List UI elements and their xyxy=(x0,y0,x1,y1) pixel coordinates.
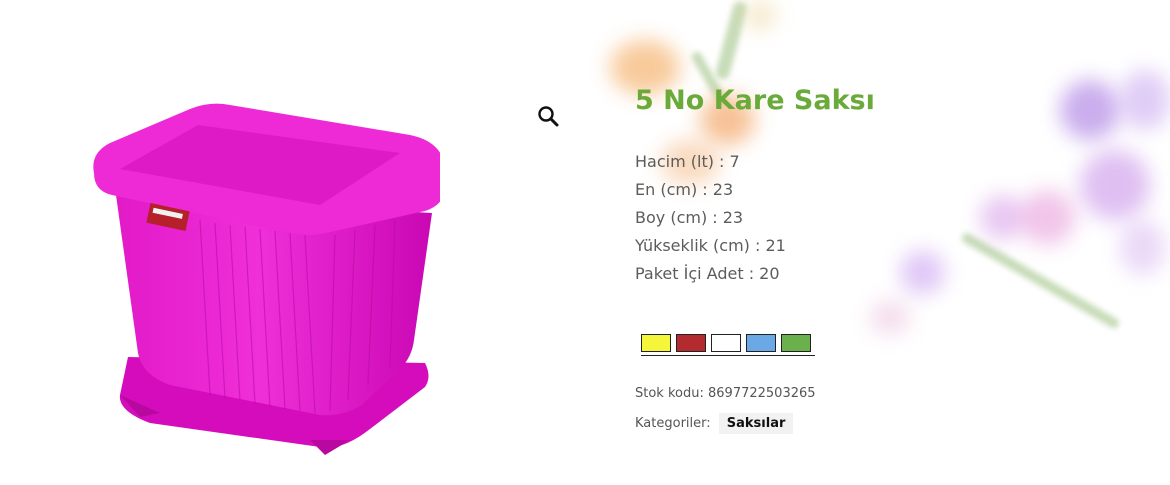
swatch-white xyxy=(711,334,741,352)
stock-code-row: Stok kodu: 8697722503265 xyxy=(635,386,1135,401)
swatch-yellow xyxy=(641,334,671,352)
zoom-button[interactable] xyxy=(536,104,560,128)
product-image[interactable] xyxy=(80,95,440,465)
swatch-divider xyxy=(641,355,815,356)
product-title: 5 No Kare Saksı xyxy=(635,85,875,116)
swatch-red xyxy=(676,334,706,352)
stock-code-value: 8697722503265 xyxy=(708,386,816,401)
spec-length: Boy (cm) : 23 xyxy=(635,208,744,227)
spec-width: En (cm) : 23 xyxy=(635,180,734,199)
swatch-green xyxy=(781,334,811,352)
product-summary: 5 No Kare Saksı Hacim (lt) : 7 En (cm) :… xyxy=(635,80,1135,446)
product-specs: Hacim (lt) : 7 En (cm) : 23 Boy (cm) : 2… xyxy=(635,148,1135,288)
swatch-blue xyxy=(746,334,776,352)
spec-height: Yükseklik (cm) : 21 xyxy=(635,236,786,255)
color-swatches xyxy=(635,326,821,360)
product-meta: Stok kodu: 8697722503265 Kategoriler: Sa… xyxy=(635,386,1135,434)
categories-row: Kategoriler: Saksılar xyxy=(635,413,1135,434)
product-gallery xyxy=(0,0,590,485)
stock-code-label: Stok kodu: xyxy=(635,386,704,401)
spec-volume: Hacim (lt) : 7 xyxy=(635,152,740,171)
spec-package-qty: Paket İçi Adet : 20 xyxy=(635,264,780,283)
category-link[interactable]: Saksılar xyxy=(718,413,794,434)
magnifier-icon xyxy=(538,106,559,127)
categories-label: Kategoriler: xyxy=(635,416,711,431)
